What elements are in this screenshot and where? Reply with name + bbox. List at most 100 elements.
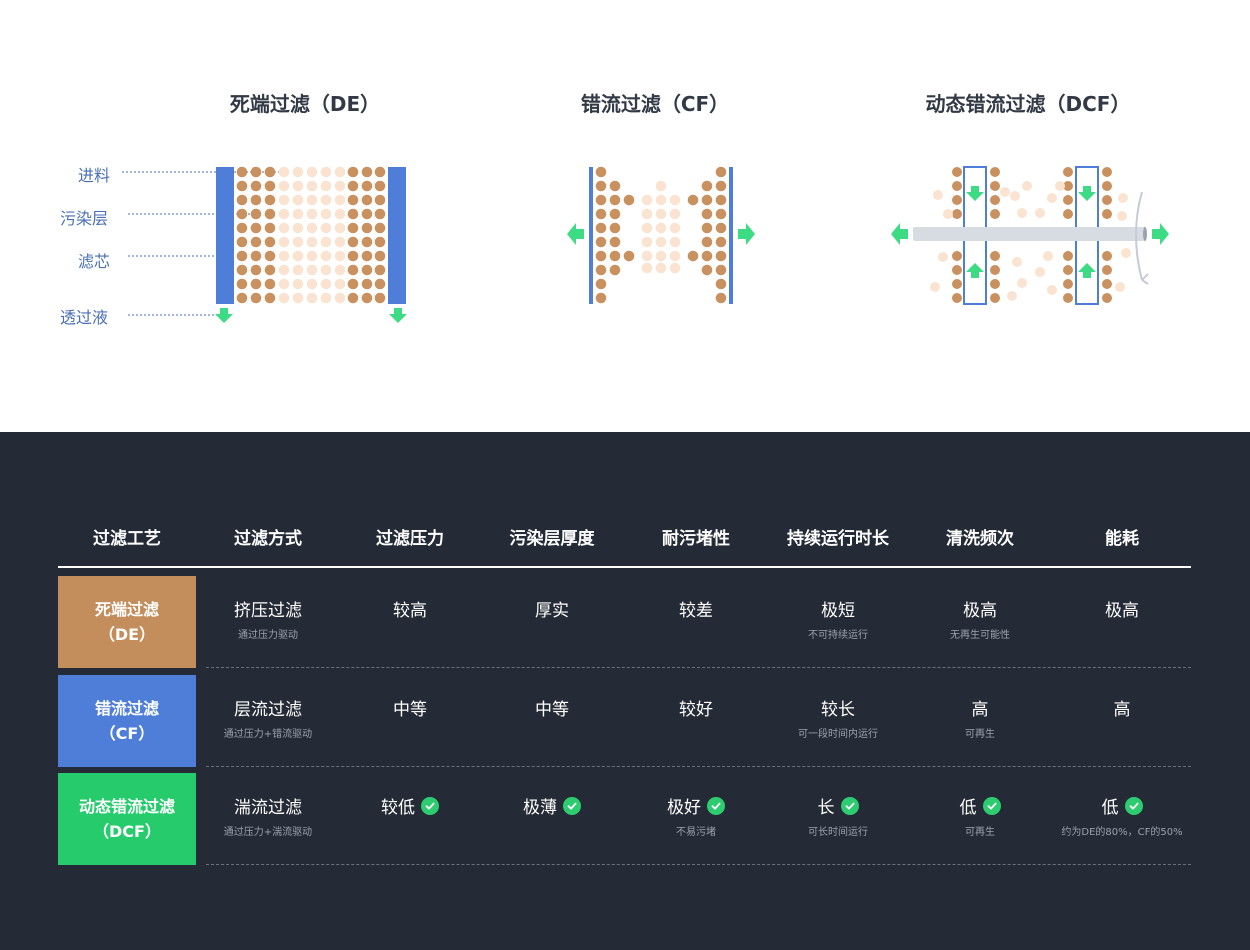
particle xyxy=(292,236,304,248)
particle xyxy=(334,166,346,178)
table-cell: 低可再生 xyxy=(910,793,1050,838)
particle xyxy=(374,264,386,276)
cell-note: 通过压力+湍流驱动 xyxy=(223,827,313,838)
check-icon xyxy=(982,796,1001,815)
table-cell: 较好 xyxy=(626,695,766,720)
particle xyxy=(655,208,667,220)
particle xyxy=(334,292,346,304)
particle xyxy=(361,292,373,304)
cell-note: 可长时间运行 xyxy=(808,827,868,838)
particle xyxy=(306,250,318,262)
particle xyxy=(1102,167,1112,177)
particle xyxy=(715,278,727,290)
particle xyxy=(347,166,359,178)
particle xyxy=(952,293,962,303)
particle xyxy=(320,236,332,248)
particle xyxy=(1102,265,1112,275)
particle xyxy=(1063,167,1073,177)
particle xyxy=(361,208,373,220)
particle xyxy=(952,195,962,205)
particle xyxy=(595,236,607,248)
cf-arrow-right xyxy=(738,223,755,245)
particle xyxy=(1043,251,1053,261)
particle xyxy=(609,208,621,220)
particle xyxy=(347,180,359,192)
particle xyxy=(264,194,276,206)
particle xyxy=(1102,251,1112,261)
cell-value: 低 xyxy=(1102,793,1143,818)
cell-note: 可再生 xyxy=(965,827,995,838)
cell-value: 层流过滤 xyxy=(234,695,302,720)
dcf-flow-arrow-1-down xyxy=(966,186,984,201)
table-cell: 极短 不可持续运行 xyxy=(768,596,908,641)
dcf-flow-arrow-1-up xyxy=(966,263,984,278)
dcf-diagram xyxy=(891,166,1169,305)
particle xyxy=(320,180,332,192)
cell-value: 中等 xyxy=(393,695,427,720)
particle xyxy=(236,208,248,220)
check-icon xyxy=(563,796,581,815)
particle xyxy=(938,252,948,262)
table-cell: 挤压过滤 通过压力驱动 xyxy=(198,596,338,641)
particle xyxy=(641,250,653,262)
particle xyxy=(701,264,713,276)
header-cleaning-frequency: 清洗频次 xyxy=(946,529,1014,549)
particle xyxy=(595,278,607,290)
particle xyxy=(334,236,346,248)
diagram-section: 死端过滤（DE） 错流过滤（CF） 动态错流过滤（DCF） 进料 污染层 滤芯 … xyxy=(0,0,1250,432)
particle xyxy=(952,209,962,219)
particle xyxy=(687,250,699,262)
cell-value: 较长 xyxy=(821,695,855,720)
particle xyxy=(655,194,667,206)
particle xyxy=(669,194,681,206)
particle xyxy=(236,292,248,304)
dcf-arrow-left xyxy=(891,223,908,245)
particle xyxy=(320,264,332,276)
particle xyxy=(320,194,332,206)
particle xyxy=(990,265,1000,275)
cell-value: 极高 xyxy=(963,596,997,621)
cf-arrow-left xyxy=(567,223,584,245)
cell-value-text: 长 xyxy=(817,798,835,818)
particle xyxy=(334,250,346,262)
particle xyxy=(292,250,304,262)
particle xyxy=(374,180,386,192)
particle xyxy=(292,166,304,178)
cell-note: 通过压力驱动 xyxy=(238,630,298,641)
row-label-de: 死端过滤 （DE） xyxy=(58,576,196,668)
header-method: 过滤方式 xyxy=(234,529,302,549)
cell-value-text: 较高 xyxy=(393,601,427,621)
particle xyxy=(1007,291,1017,301)
particle xyxy=(334,264,346,276)
dcf-shaft xyxy=(913,227,1146,241)
table-cell: 较高 xyxy=(340,596,480,621)
particle xyxy=(1102,209,1112,219)
cell-value-text: 较好 xyxy=(679,700,713,720)
particle xyxy=(1022,181,1032,191)
particle xyxy=(930,282,940,292)
row-label-dcf: 动态错流过滤 （DCF） xyxy=(58,773,196,865)
particle xyxy=(715,208,727,220)
particle xyxy=(1115,282,1125,292)
particle xyxy=(250,250,262,262)
particle xyxy=(715,250,727,262)
particle xyxy=(641,208,653,220)
particle xyxy=(320,292,332,304)
particle xyxy=(264,222,276,234)
particle xyxy=(1063,279,1073,289)
particle xyxy=(1017,208,1027,218)
particle xyxy=(655,250,667,262)
check-icon xyxy=(1124,796,1143,815)
particle xyxy=(1121,248,1131,258)
particle xyxy=(347,236,359,248)
particle xyxy=(715,292,727,304)
particle xyxy=(374,222,386,234)
de-right-filter xyxy=(388,167,406,304)
row-label-abbr: （CF） xyxy=(99,724,155,743)
cell-value-text: 层流过滤 xyxy=(234,700,302,720)
cell-value: 较高 xyxy=(393,596,427,621)
particle xyxy=(715,236,727,248)
particle xyxy=(655,222,667,234)
table-cell: 湍流过滤 通过压力+湍流驱动 xyxy=(198,793,338,838)
table-cell: 极薄 xyxy=(482,793,622,818)
